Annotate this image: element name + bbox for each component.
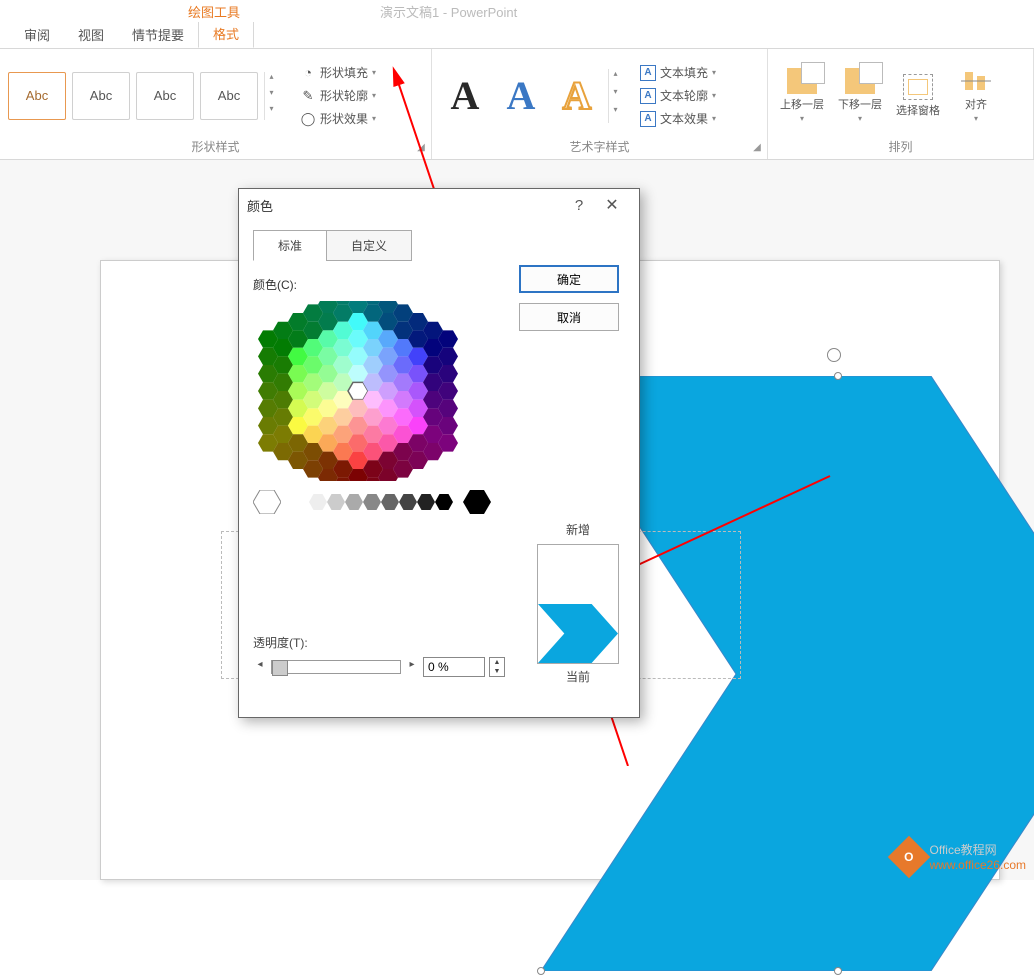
- send-backward-label: 下移一层: [838, 96, 882, 112]
- text-fill-button[interactable]: A 文本填充 ▾: [636, 62, 720, 83]
- chevron-down-icon: ▾: [372, 114, 376, 123]
- text-fill-label: 文本填充: [660, 64, 708, 81]
- text-effects-icon: A: [640, 111, 656, 127]
- shape-style-preset-1[interactable]: Abc: [8, 72, 66, 120]
- bring-forward-label: 上移一层: [780, 96, 824, 112]
- shape-effects-button[interactable]: ◯ 形状效果 ▾: [296, 108, 380, 129]
- color-dialog: 颜色 ? ✕ 标准 自定义 确定 取消 颜色(C):: [238, 188, 640, 718]
- chevron-down-icon: ▾: [974, 114, 978, 123]
- transparency-slider[interactable]: [271, 660, 401, 674]
- spin-down-icon[interactable]: ▼: [490, 667, 504, 676]
- gray-ramp[interactable]: [291, 494, 453, 510]
- bring-forward-icon: [787, 68, 817, 94]
- rotate-handle[interactable]: [827, 348, 841, 362]
- watermark: O Office教程网 www.office26.com: [894, 841, 1027, 872]
- shape-fill-label: 形状填充: [320, 64, 368, 81]
- bucket-icon: ◔: [300, 65, 316, 81]
- shape-outline-label: 形状轮廓: [320, 87, 368, 104]
- resize-handle[interactable]: [537, 967, 545, 975]
- chevron-down-icon: ▾: [800, 114, 804, 123]
- align-button[interactable]: 对齐 ▾: [950, 64, 1002, 127]
- chevron-down-icon: ▾: [858, 114, 862, 123]
- effects-icon: ◯: [300, 111, 316, 127]
- shape-fill-button[interactable]: ◔ 形状填充 ▾: [296, 62, 380, 83]
- style-scroll-down-icon[interactable]: ▾: [265, 88, 278, 104]
- tab-storyboard[interactable]: 情节提要: [118, 21, 198, 48]
- shape-styles-launcher[interactable]: ◢: [414, 142, 428, 156]
- preview-new-label: 新增: [537, 521, 619, 538]
- ribbon: Abc Abc Abc Abc ▴ ▾ ▾ ◔ 形状填充 ▾ ✎ 形状轮廓 ▾: [0, 48, 1034, 160]
- chevron-down-icon: ▾: [372, 68, 376, 77]
- preview-current-label: 当前: [537, 668, 619, 685]
- ok-button[interactable]: 确定: [519, 265, 619, 293]
- arrange-group-label: 排列: [776, 138, 1025, 157]
- shape-style-preset-4[interactable]: Abc: [200, 72, 258, 120]
- tab-review[interactable]: 审阅: [10, 21, 64, 48]
- text-outline-label: 文本轮廓: [660, 87, 708, 104]
- align-icon: [961, 68, 991, 94]
- shape-outline-button[interactable]: ✎ 形状轮廓 ▾: [296, 85, 380, 106]
- transparency-spinner[interactable]: ▲ ▼: [489, 657, 505, 677]
- dialog-title: 颜色: [247, 196, 565, 215]
- shape-style-preset-2[interactable]: Abc: [72, 72, 130, 120]
- text-outline-button[interactable]: A 文本轮廓 ▾: [636, 85, 720, 106]
- slider-right-icon[interactable]: ▸: [405, 659, 419, 675]
- bring-forward-button[interactable]: 上移一层 ▾: [776, 64, 828, 127]
- tab-standard[interactable]: 标准: [253, 230, 327, 261]
- color-preview: [537, 544, 619, 664]
- shape-style-preset-3[interactable]: Abc: [136, 72, 194, 120]
- style-scroll-up-icon[interactable]: ▴: [265, 72, 278, 88]
- tab-view[interactable]: 视图: [64, 21, 118, 48]
- white-hex-swatch[interactable]: [253, 490, 281, 514]
- chevron-down-icon: ▾: [372, 91, 376, 100]
- shape-styles-group-label: 形状样式: [8, 138, 423, 157]
- slider-left-icon[interactable]: ◂: [253, 659, 267, 675]
- text-effects-button[interactable]: A 文本效果 ▾: [636, 108, 720, 129]
- cancel-button[interactable]: 取消: [519, 303, 619, 331]
- send-backward-icon: [845, 68, 875, 94]
- shape-effects-label: 形状效果: [320, 110, 368, 127]
- chevron-down-icon: ▾: [712, 68, 716, 77]
- selection-pane-button[interactable]: 选择窗格: [892, 70, 944, 122]
- text-effects-label: 文本效果: [660, 110, 708, 127]
- transparency-input[interactable]: [423, 657, 485, 677]
- drawing-tools-title: 绘图工具: [188, 2, 240, 21]
- send-backward-button[interactable]: 下移一层 ▾: [834, 64, 886, 127]
- tab-format[interactable]: 格式: [198, 19, 254, 48]
- black-hex-swatch[interactable]: [463, 490, 491, 514]
- dialog-close-button[interactable]: ✕: [593, 195, 631, 215]
- watermark-badge-icon: O: [887, 835, 929, 877]
- wordart-preset-1[interactable]: A: [440, 71, 490, 121]
- slider-thumb[interactable]: [272, 660, 288, 676]
- selection-pane-icon: [903, 74, 933, 100]
- text-fill-icon: A: [640, 65, 656, 81]
- wordart-group-label: 艺术字样式: [440, 138, 759, 157]
- document-title: 演示文稿1 - PowerPoint: [380, 2, 517, 21]
- spin-up-icon[interactable]: ▲: [490, 658, 504, 667]
- dialog-help-button[interactable]: ?: [565, 197, 593, 214]
- wordart-launcher[interactable]: ◢: [750, 142, 764, 156]
- wordart-preset-3[interactable]: A: [552, 71, 602, 121]
- tab-custom[interactable]: 自定义: [326, 230, 412, 261]
- chevron-down-icon: ▾: [712, 114, 716, 123]
- style-more-icon[interactable]: ▾: [265, 104, 278, 120]
- selection-pane-label: 选择窗格: [896, 102, 940, 118]
- watermark-line1: Office教程网: [930, 841, 1027, 858]
- pen-icon: ✎: [300, 88, 316, 104]
- resize-handle[interactable]: [834, 372, 842, 380]
- wordart-scroll-up-icon[interactable]: ▴: [609, 69, 622, 87]
- watermark-line2: www.office26.com: [930, 858, 1027, 872]
- chevron-down-icon: ▾: [712, 91, 716, 100]
- wordart-scroll-down-icon[interactable]: ▾: [609, 87, 622, 105]
- wordart-more-icon[interactable]: ▾: [609, 105, 622, 123]
- text-outline-icon: A: [640, 88, 656, 104]
- align-label: 对齐: [965, 96, 987, 112]
- resize-handle[interactable]: [834, 967, 842, 975]
- wordart-preset-2[interactable]: A: [496, 71, 546, 121]
- ribbon-tabs: 审阅 视图 情节提要 格式: [0, 22, 1034, 48]
- color-hex-picker[interactable]: [253, 301, 463, 484]
